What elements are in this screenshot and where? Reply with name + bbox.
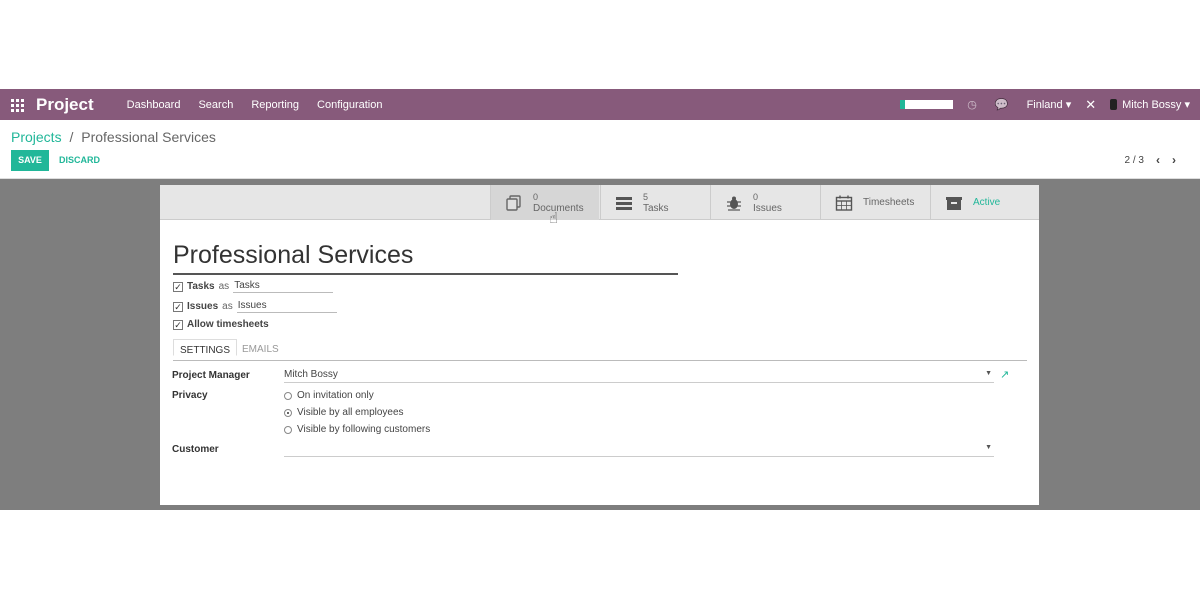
avatar[interactable] xyxy=(1110,99,1118,110)
issues-option-label: Issues xyxy=(187,301,219,312)
breadcrumb-current: Professional Services xyxy=(81,129,216,145)
tasks-icon xyxy=(615,195,633,211)
timesheets-option-label: Allow timesheets xyxy=(187,319,269,330)
documents-label: Documents xyxy=(533,202,584,214)
tasks-count: 5 xyxy=(643,191,649,202)
customer-field[interactable]: ▼ xyxy=(284,443,994,457)
tab-settings[interactable]: SETTINGS xyxy=(173,339,238,356)
privacy-option-invitation[interactable]: On invitation only xyxy=(284,390,374,401)
customer-label: Customer xyxy=(172,444,219,455)
timesheets-option: ✓ Allow timesheets xyxy=(173,319,273,330)
notebook-tabs: SETTINGS EMAILS xyxy=(173,339,1027,361)
menu-configuration[interactable]: Configuration xyxy=(317,99,382,111)
progress-bar[interactable] xyxy=(900,100,954,109)
form-sheet: 0 Documents 5 Tasks 0 Issues Timesheets Act… xyxy=(160,185,1039,505)
bug-icon xyxy=(725,195,743,211)
clock-icon[interactable]: ◷ xyxy=(967,98,977,111)
timesheets-checkbox[interactable]: ✓ xyxy=(173,319,183,330)
chevron-down-icon[interactable]: ▼ xyxy=(985,370,992,377)
save-button[interactable]: SAVE xyxy=(11,150,49,171)
issues-checkbox[interactable]: ✓ xyxy=(173,301,183,312)
tasks-alias-input[interactable]: Tasks xyxy=(233,280,334,293)
pager-value: 2 / 3 xyxy=(1124,154,1144,166)
user-menu[interactable]: Mitch Bossy ▾ xyxy=(1122,98,1190,111)
tasks-button[interactable]: 5 Tasks xyxy=(600,185,709,220)
documents-count: 0 xyxy=(533,191,539,202)
tasks-as-label: as xyxy=(218,281,230,292)
issues-as-label: as xyxy=(222,301,233,312)
radio-customers[interactable] xyxy=(284,425,292,434)
issues-option: ✓ Issues as Issues xyxy=(173,300,337,313)
hand-cursor-icon: ☝ xyxy=(549,210,559,227)
navbar-systray: ◷ 💬 Finland ▾ ✕ Mitch Bossy ▾ xyxy=(900,89,1200,120)
app-title: Project xyxy=(36,94,94,114)
privacy-option-customers[interactable]: Visible by following customers xyxy=(284,424,430,435)
pager-prev-button[interactable]: ‹ xyxy=(1156,153,1160,167)
privacy-option-label: Visible by following customers xyxy=(297,424,431,435)
privacy-option-label: On invitation only xyxy=(297,390,374,401)
company-switcher[interactable]: Finland ▾ xyxy=(1027,98,1072,111)
menu-search[interactable]: Search xyxy=(198,99,233,111)
tab-emails[interactable]: EMAILS xyxy=(242,344,279,355)
breadcrumb-projects[interactable]: Projects xyxy=(11,129,62,145)
issues-label: Issues xyxy=(753,202,782,214)
record-title[interactable]: Professional Services xyxy=(173,241,413,270)
chevron-down-icon[interactable]: ▼ xyxy=(985,444,992,451)
grid-icon[interactable] xyxy=(11,98,25,112)
privacy-option-label: Visible by all employees xyxy=(297,407,404,418)
pager: 2 / 3 ‹ › xyxy=(1125,153,1176,167)
issues-count: 0 xyxy=(753,191,759,202)
timesheets-button[interactable]: Timesheets xyxy=(820,185,929,220)
active-label: Active xyxy=(973,197,1001,208)
menu-reporting[interactable]: Reporting xyxy=(251,99,299,111)
tasks-label: Tasks xyxy=(643,202,669,214)
calendar-icon xyxy=(835,195,853,211)
project-manager-value: Mitch Bossy xyxy=(284,369,338,380)
privacy-label: Privacy xyxy=(172,390,208,401)
issues-button[interactable]: 0 Issues xyxy=(710,185,819,220)
control-panel: Projects / Professional Services SAVE DI… xyxy=(0,120,1200,179)
issues-alias-input[interactable]: Issues xyxy=(236,300,337,313)
menu-dashboard[interactable]: Dashboard xyxy=(127,99,181,111)
top-navbar: Project Dashboard Search Reporting Confi… xyxy=(0,89,1200,120)
active-toggle-button[interactable]: Active xyxy=(930,185,1039,220)
project-manager-field[interactable]: Mitch Bossy ▼ xyxy=(284,369,994,383)
breadcrumb: Projects / Professional Services xyxy=(11,129,216,145)
tasks-checkbox[interactable]: ✓ xyxy=(173,281,183,292)
documents-icon xyxy=(505,194,523,211)
timesheets-label: Timesheets xyxy=(863,197,915,208)
chat-icon[interactable]: 💬 xyxy=(995,98,1009,111)
tasks-option-label: Tasks xyxy=(187,281,215,292)
radio-employees[interactable] xyxy=(284,408,292,417)
privacy-option-employees[interactable]: Visible by all employees xyxy=(284,407,404,418)
radio-invitation[interactable] xyxy=(284,391,292,400)
discard-button[interactable]: DISCARD xyxy=(59,155,100,165)
pager-next-button[interactable]: › xyxy=(1172,153,1176,167)
archive-icon xyxy=(945,195,963,211)
project-manager-label: Project Manager xyxy=(172,370,250,381)
external-link-icon[interactable]: ↗ xyxy=(1000,368,1009,381)
tools-icon[interactable]: ✕ xyxy=(1085,97,1096,113)
breadcrumb-separator: / xyxy=(69,129,74,145)
title-underline xyxy=(173,273,678,275)
documents-button[interactable]: 0 Documents xyxy=(490,185,599,220)
smart-button-box: 0 Documents 5 Tasks 0 Issues Timesheets Act… xyxy=(160,185,1039,227)
tasks-option: ✓ Tasks as Tasks xyxy=(173,280,334,293)
